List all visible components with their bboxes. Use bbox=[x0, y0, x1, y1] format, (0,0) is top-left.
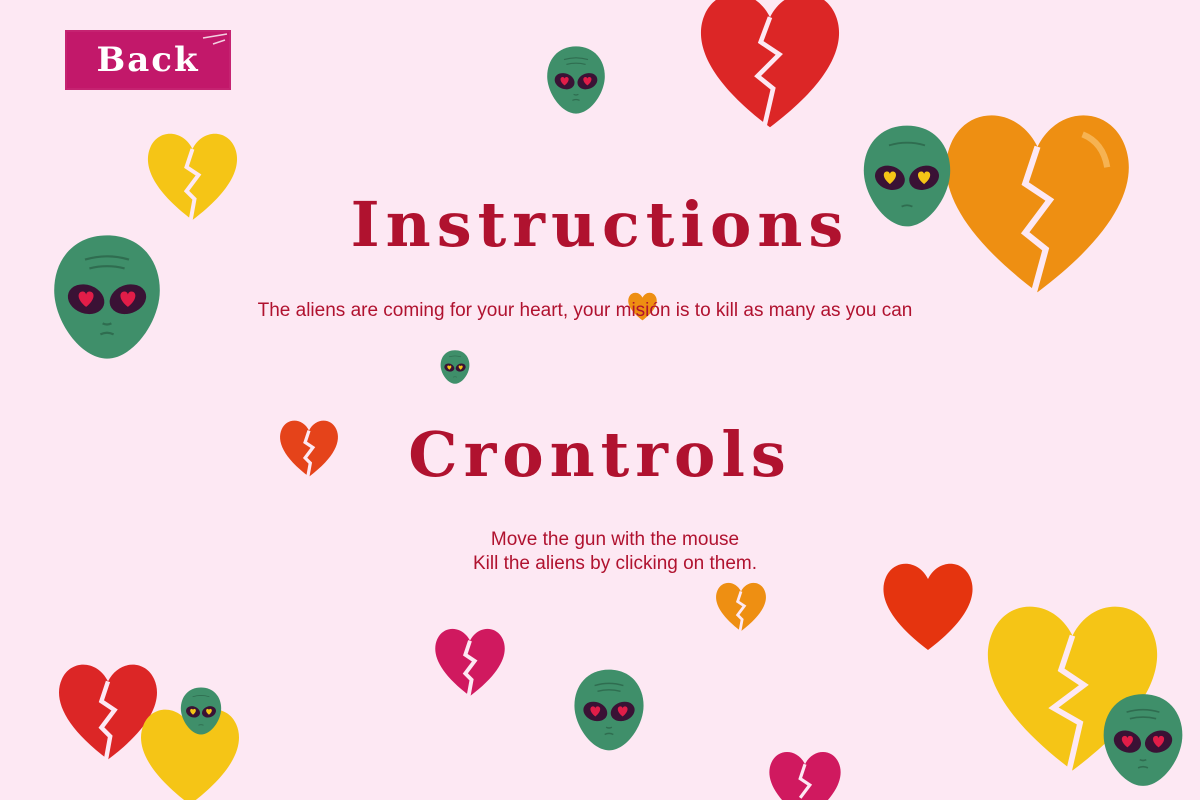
back-button-label: Back bbox=[96, 40, 200, 80]
alien-head-icon bbox=[440, 349, 470, 385]
broken-heart-icon bbox=[700, 0, 840, 130]
alien-head-icon bbox=[546, 45, 606, 115]
alien-head-icon bbox=[180, 687, 222, 735]
alien-head-icon bbox=[573, 668, 645, 752]
alien-head-icon bbox=[1102, 693, 1184, 787]
instructions-text: The aliens are coming for your heart, yo… bbox=[257, 300, 913, 321]
broken-heart-icon bbox=[435, 628, 505, 698]
controls-line: Move the gun with the mouse bbox=[490, 529, 740, 550]
broken-heart-icon bbox=[716, 582, 766, 633]
controls-heading: Crontrols bbox=[408, 418, 792, 491]
controls-line: Kill the aliens by clicking on them. bbox=[472, 553, 758, 574]
instructions-heading: Instructions bbox=[350, 188, 850, 261]
broken-heart-icon bbox=[769, 751, 841, 800]
controls-text: Move the gun with the mouse Kill the ali… bbox=[0, 528, 1200, 576]
back-button[interactable]: Back bbox=[65, 30, 231, 90]
